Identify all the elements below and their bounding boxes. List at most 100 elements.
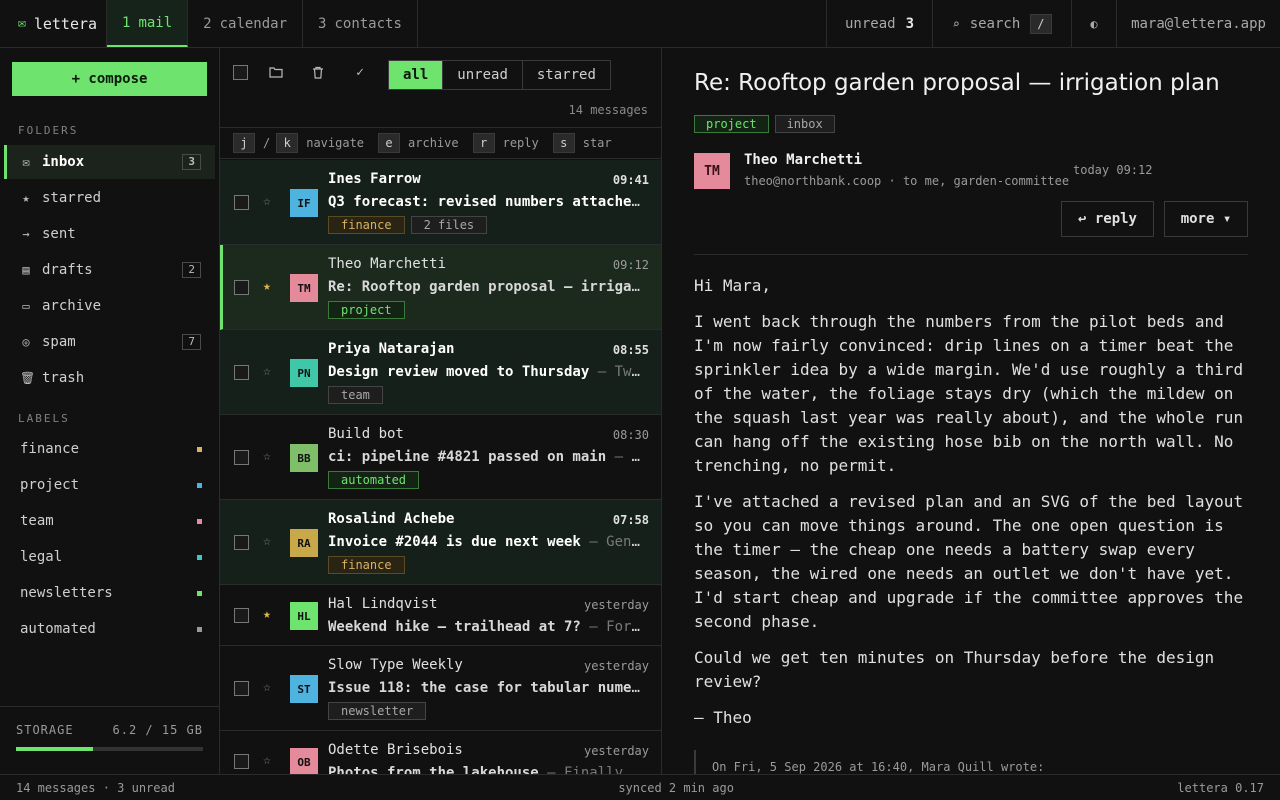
message-row[interactable]: ☆ RA Rosalind Achebe 07:58 Invoice #2044 is … xyxy=(220,500,661,585)
sender-name: Theo Marchetti xyxy=(328,256,447,272)
sender-name: Ines Farrow xyxy=(328,171,421,187)
search-icon: ⌕ xyxy=(952,16,960,31)
message-row[interactable]: ☆ BB Build bot 08:30 ci: pipeline #4821 pass… xyxy=(220,415,661,500)
tab-calendar[interactable]: 2 calendar xyxy=(188,0,304,47)
sidebar-item-inbox[interactable]: ✉ inbox 3 xyxy=(4,145,215,179)
message-row[interactable]: ★ HL Hal Lindqvist yesterday Weekend hike — … xyxy=(220,585,661,646)
sidebar-item-trash[interactable]: 🗑 trash xyxy=(4,361,215,395)
storage-bar-fill xyxy=(16,747,93,751)
star-icon[interactable]: ☆ xyxy=(263,449,271,464)
avatar: PN xyxy=(290,359,318,387)
message-row[interactable]: ☆ IF Ines Farrow 09:41 Q3 forecast: revised … xyxy=(220,160,661,245)
label-name: finance xyxy=(20,441,80,457)
tab-mail[interactable]: 1 mail xyxy=(107,0,189,47)
message-tags: team xyxy=(328,386,383,404)
account-menu[interactable]: mara@lettera.app xyxy=(1116,0,1280,47)
message-preview: — Gentle reminder xyxy=(589,534,648,550)
row-checkbox[interactable] xyxy=(234,450,249,465)
mail-icon: ✉ xyxy=(18,16,26,31)
theme-toggle-button[interactable]: ◐ xyxy=(1071,0,1116,47)
row-checkbox[interactable] xyxy=(234,365,249,380)
star-icon[interactable]: ☆ xyxy=(263,534,271,549)
label-item-project[interactable]: project xyxy=(20,470,202,500)
filter-segmented-control: all unread starred xyxy=(388,60,611,90)
filter-all[interactable]: all xyxy=(389,61,444,89)
delete-button[interactable] xyxy=(306,60,330,84)
message-row[interactable]: ☆ PN Priya Natarajan 08:55 Design review mov… xyxy=(220,330,661,415)
filter-starred[interactable]: starred xyxy=(523,61,610,89)
tag-finance: finance xyxy=(328,216,405,234)
sidebar-item-spam[interactable]: ◎ spam 7 xyxy=(4,325,215,359)
filter-unread[interactable]: unread xyxy=(443,61,523,89)
row-checkbox[interactable] xyxy=(234,681,249,696)
label-item-finance[interactable]: finance xyxy=(20,434,202,464)
message-subject: Re: Rooftop garden proposal — irrigation… xyxy=(328,279,648,295)
brand[interactable]: ✉ lettera xyxy=(0,0,107,47)
avatar: TM xyxy=(290,274,318,302)
message-tags: finance xyxy=(328,556,405,574)
compose-button[interactable]: + compose xyxy=(12,62,207,96)
hint-separator: / xyxy=(263,136,271,150)
body-paragraph: Could we get ten minutes on Thursday bef… xyxy=(694,648,1215,691)
sidebar-item-sent[interactable]: → sent xyxy=(4,217,215,251)
row-checkbox[interactable] xyxy=(234,608,249,623)
sender-name: Build bot xyxy=(328,426,404,442)
search-shortcut-key: / xyxy=(1030,13,1052,34)
reply-button[interactable]: ↩ reply xyxy=(1061,201,1154,237)
message-tags: automated xyxy=(328,471,420,489)
message-tags: finance 2 files xyxy=(328,216,488,234)
star-icon[interactable]: ☆ xyxy=(263,753,271,768)
sidebar-item-archive[interactable]: ▭ archive xyxy=(4,289,215,323)
folder-label: sent xyxy=(42,226,76,242)
reading-pane: Re: Rooftop garden proposal — irrigation… xyxy=(663,48,1280,774)
quote-header: On Fri, 5 Sep 2026 at 16:40, Mara Quill … xyxy=(712,760,1045,774)
labels-heading: LABELS xyxy=(18,412,70,425)
folder-label: archive xyxy=(42,298,102,314)
label-item-automated[interactable]: automated xyxy=(20,614,202,644)
label-color-dot xyxy=(197,482,202,488)
label-item-legal[interactable]: legal xyxy=(20,542,202,572)
subject-text: Weekend hike — trailhead at 7? xyxy=(328,619,581,635)
message-row[interactable]: ☆ ST Slow Type Weekly yesterday Issue 118: t… xyxy=(220,646,661,731)
folder-count: 3 xyxy=(182,154,201,170)
star-icon[interactable]: ☆ xyxy=(263,194,271,209)
mark-read-button[interactable]: ✓ xyxy=(348,60,372,84)
subject-text: Invoice #2044 is due next week xyxy=(328,534,581,550)
message-subject: Design review moved to Thursday — Two pe… xyxy=(328,364,648,380)
message-time: 08:55 xyxy=(612,343,649,357)
tag-project[interactable]: project xyxy=(694,115,769,133)
label-color-dot xyxy=(197,626,202,632)
row-checkbox[interactable] xyxy=(234,754,249,769)
label-color-dot xyxy=(197,554,202,560)
tag-inbox[interactable]: inbox xyxy=(774,115,835,133)
star-icon[interactable]: ★ xyxy=(263,607,271,622)
more-actions-button[interactable]: more ▾ xyxy=(1164,201,1248,237)
message-row[interactable]: ★ TM Theo Marchetti 09:12 Re: Rooftop garden… xyxy=(220,245,661,330)
unread-count: 3 xyxy=(905,15,915,32)
label-item-newsletters[interactable]: newsletters xyxy=(20,578,202,608)
sidebar-item-drafts[interactable]: ▤ drafts 2 xyxy=(4,253,215,287)
message-preview: — Two people xyxy=(597,364,648,380)
tab-contacts[interactable]: 3 contacts xyxy=(303,0,418,47)
row-checkbox[interactable] xyxy=(234,195,249,210)
select-all-checkbox[interactable] xyxy=(228,60,252,84)
move-to-folder-button[interactable] xyxy=(264,60,288,84)
message-row[interactable]: ☆ OB Odette Brisebois yesterday Photos from … xyxy=(220,731,661,774)
search-button[interactable]: ⌕ search / xyxy=(932,0,1071,47)
hint-key: j xyxy=(233,133,255,153)
label-item-team[interactable]: team xyxy=(20,506,202,536)
app-root: ✉ lettera 1 mail 2 calendar 3 contacts unread… xyxy=(0,0,1280,800)
star-icon[interactable]: ★ xyxy=(263,279,271,294)
star-icon[interactable]: ☆ xyxy=(263,680,271,695)
status-bar: 14 messages · 3 unread synced 2 min ago … xyxy=(0,774,1280,800)
star-icon[interactable]: ☆ xyxy=(263,364,271,379)
message-subject: Issue 118: the case for tabular numerals… xyxy=(328,680,648,696)
avatar: IF xyxy=(290,189,318,217)
folder-icon xyxy=(269,67,283,78)
row-checkbox[interactable] xyxy=(234,280,249,295)
row-checkbox[interactable] xyxy=(234,535,249,550)
unread-indicator[interactable]: unread 3 xyxy=(826,0,932,47)
sender-name: Odette Brisebois xyxy=(328,742,463,758)
sidebar-item-starred[interactable]: ★ starred xyxy=(4,181,215,215)
contrast-icon: ◐ xyxy=(1090,16,1098,31)
